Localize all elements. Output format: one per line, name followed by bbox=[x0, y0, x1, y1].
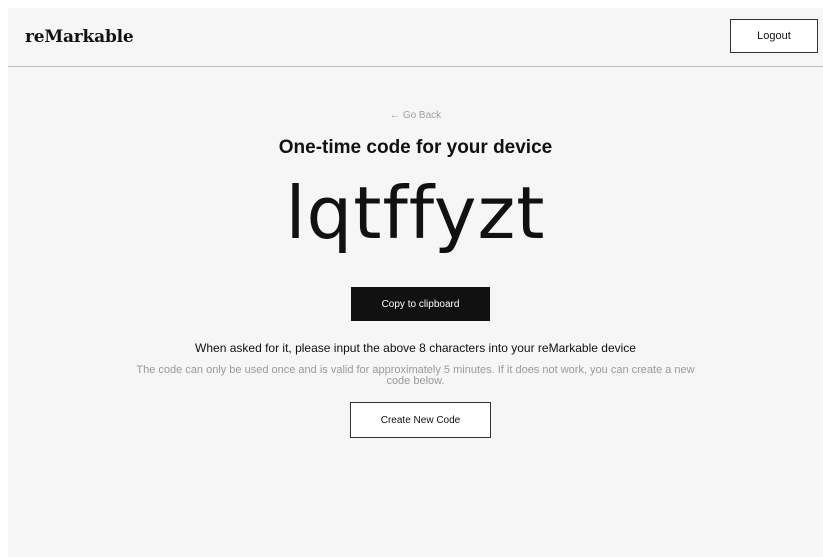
logo: reMarkable bbox=[25, 27, 134, 47]
copy-to-clipboard-button[interactable]: Copy to clipboard bbox=[351, 287, 490, 321]
page-title: One-time code for your device bbox=[278, 137, 553, 158]
arrow-left-icon: ← bbox=[389, 110, 400, 121]
page: reMarkable Logout ← Go Back One-time code… bbox=[8, 8, 823, 557]
header: reMarkable Logout bbox=[8, 8, 823, 67]
go-back-label: Go Back bbox=[402, 110, 442, 121]
logout-button[interactable]: Logout bbox=[730, 19, 818, 53]
go-back-link[interactable]: ← Go Back bbox=[8, 110, 823, 121]
validity-note: The code can only be used once and is va… bbox=[136, 364, 695, 387]
one-time-code: lqtffyzt bbox=[285, 171, 546, 255]
instructions-text: When asked for it, please input the abov… bbox=[195, 341, 636, 355]
create-new-code-button[interactable]: Create New Code bbox=[350, 402, 491, 438]
